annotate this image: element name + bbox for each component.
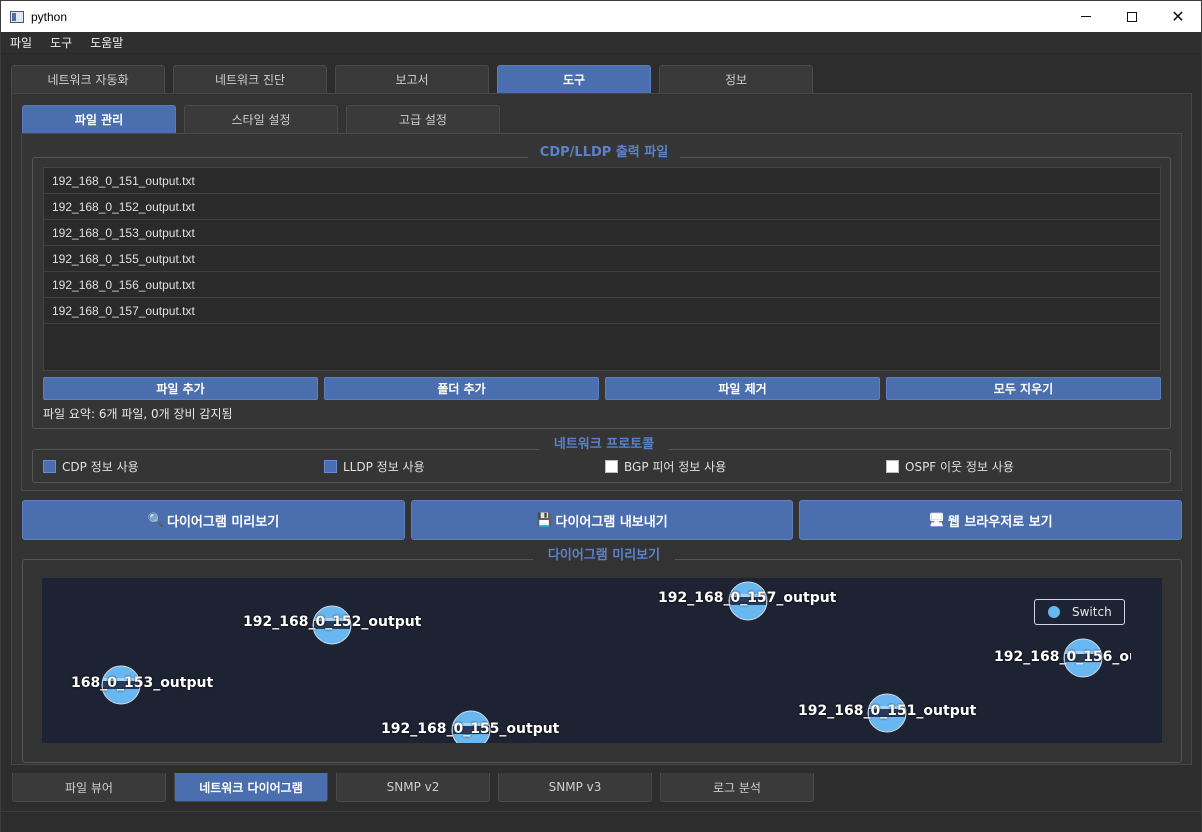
tab-tools[interactable]: 도구 [497, 65, 651, 93]
node-label: 192_168_0_155_output [381, 721, 560, 737]
maximize-button[interactable] [1109, 1, 1155, 32]
diagram-preview-title: 다이어그램 미리보기 [533, 544, 675, 563]
title-bar: python ✕ [1, 1, 1201, 32]
list-item[interactable]: 192_168_0_157_output.txt [44, 298, 1160, 324]
node-label: 168_0_153_output [71, 675, 214, 691]
tab-advanced-settings[interactable]: 고급 설정 [346, 105, 500, 133]
add-file-button[interactable]: 파일 추가 [43, 377, 318, 400]
tab-style-settings[interactable]: 스타일 설정 [184, 105, 338, 133]
save-icon: 💾 [536, 512, 553, 528]
tab-network-automation[interactable]: 네트워크 자동화 [11, 65, 165, 93]
monitor-icon: 🖥 [928, 512, 945, 528]
tab-snmp-v3[interactable]: SNMP v3 [498, 773, 652, 802]
checkbox-checked [324, 460, 337, 473]
bgp-checkbox[interactable]: BGP 피어 정보 사용 [605, 458, 726, 475]
diagram-canvas[interactable]: 192_168_0_152_output 168_0_153_output 19… [42, 578, 1162, 743]
checkbox-unchecked [886, 460, 899, 473]
menu-bar: 파일 도구 도움말 [1, 32, 1201, 54]
menu-file[interactable]: 파일 [1, 34, 41, 51]
list-item[interactable]: 192_168_0_153_output.txt [44, 220, 1160, 246]
file-list[interactable]: 192_168_0_151_output.txt 192_168_0_152_o… [43, 167, 1161, 371]
node-label: 192_168_0_156_ou [994, 649, 1131, 665]
lldp-label: LLDP 정보 사용 [343, 460, 425, 474]
list-item[interactable]: 192_168_0_152_output.txt [44, 194, 1160, 220]
legend-label: Switch [1072, 605, 1112, 619]
menu-tools[interactable]: 도구 [41, 34, 81, 51]
open-browser-label: 웹 브라우저로 보기 [947, 514, 1053, 530]
window-title: python [31, 9, 68, 24]
checkbox-checked [43, 460, 56, 473]
open-browser-button[interactable]: 🖥 웹 브라우저로 보기 [799, 500, 1182, 540]
node-label: 192_168_0_157_output [658, 590, 837, 606]
magnifier-icon: 🔍 [147, 512, 164, 528]
cdp-checkbox[interactable]: CDP 정보 사용 [43, 458, 139, 475]
output-files-title: CDP/LLDP 출력 파일 [528, 141, 680, 160]
minimize-button[interactable] [1063, 1, 1109, 32]
file-summary: 파일 요약: 6개 파일, 0개 장비 감지됨 [43, 407, 233, 421]
app-icon [10, 10, 24, 23]
cdp-label: CDP 정보 사용 [62, 460, 139, 474]
list-item[interactable]: 192_168_0_151_output.txt [44, 168, 1160, 194]
tab-network-diagram[interactable]: 네트워크 다이어그램 [174, 773, 328, 802]
minimize-icon [1081, 16, 1091, 17]
tab-log-analysis[interactable]: 로그 분석 [660, 773, 814, 802]
node-label: 192_168_0_152_output [243, 614, 422, 630]
export-diagram-label: 다이어그램 내보내기 [555, 514, 668, 530]
diagram-legend: Switch [1034, 599, 1125, 625]
ospf-label: OSPF 이웃 정보 사용 [905, 460, 1014, 474]
tab-network-diagnosis[interactable]: 네트워크 진단 [173, 65, 327, 93]
tab-snmp-v2[interactable]: SNMP v2 [336, 773, 490, 802]
node-label: 192_168_0_151_output [798, 703, 977, 719]
list-item[interactable]: 192_168_0_155_output.txt [44, 246, 1160, 272]
add-folder-button[interactable]: 폴더 추가 [324, 377, 599, 400]
bgp-label: BGP 피어 정보 사용 [624, 460, 727, 474]
list-item[interactable]: 192_168_0_156_output.txt [44, 272, 1160, 298]
close-icon: ✕ [1171, 7, 1185, 26]
clear-all-button[interactable]: 모두 지우기 [886, 377, 1161, 400]
menu-help[interactable]: 도움말 [81, 34, 132, 51]
close-button[interactable]: ✕ [1155, 1, 1201, 32]
remove-file-button[interactable]: 파일 제거 [605, 377, 880, 400]
protocol-title: 네트워크 프로토콜 [539, 433, 669, 452]
maximize-icon [1127, 11, 1137, 22]
switch-legend-icon [1048, 606, 1060, 618]
ospf-checkbox[interactable]: OSPF 이웃 정보 사용 [886, 458, 1014, 475]
checkbox-unchecked [605, 460, 618, 473]
tab-report[interactable]: 보고서 [335, 65, 489, 93]
lldp-checkbox[interactable]: LLDP 정보 사용 [324, 458, 425, 475]
app-window: python ✕ 파일 도구 도움말 네트워크 자동화 네트워크 진단 보고서 … [0, 0, 1202, 832]
status-bar [1, 811, 1201, 832]
preview-diagram-button[interactable]: 🔍 다이어그램 미리보기 [22, 500, 405, 540]
preview-diagram-label: 다이어그램 미리보기 [167, 514, 280, 530]
tab-file-management[interactable]: 파일 관리 [22, 105, 176, 133]
export-diagram-button[interactable]: 💾 다이어그램 내보내기 [411, 500, 793, 540]
tab-file-viewer[interactable]: 파일 뷰어 [12, 773, 166, 802]
tab-info[interactable]: 정보 [659, 65, 813, 93]
